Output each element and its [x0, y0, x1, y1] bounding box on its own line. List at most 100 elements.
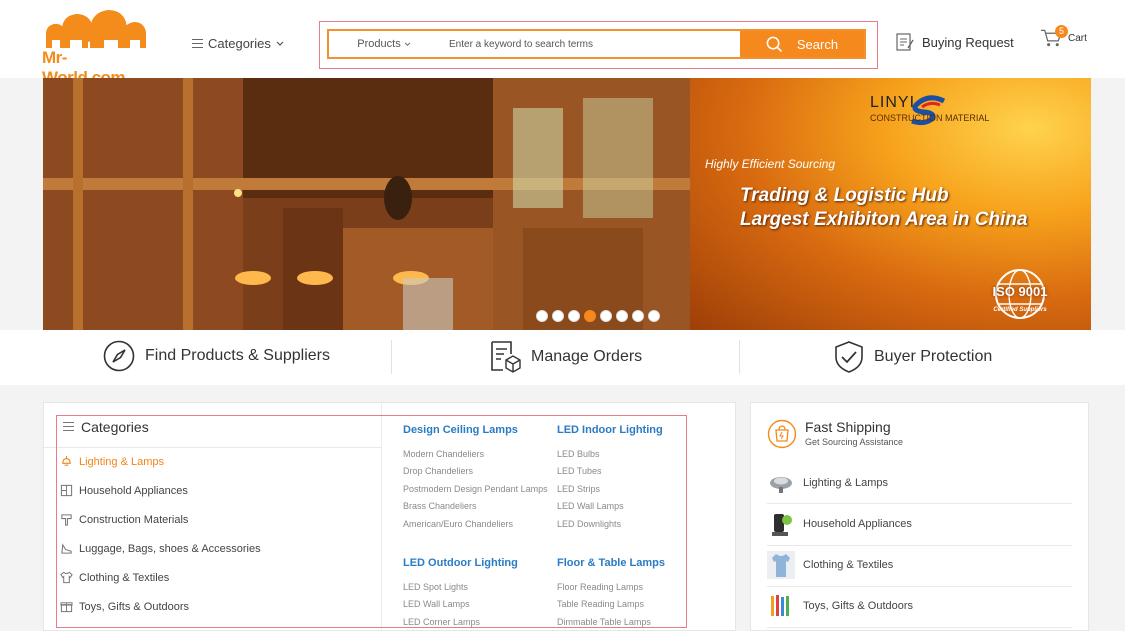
sub-link[interactable]: LED Spot Lights: [403, 582, 468, 592]
search-button-label: Search: [796, 36, 839, 52]
shipping-item-toys[interactable]: Toys, Gifts & Outdoors: [767, 592, 913, 620]
feature-bar: Find Products & Suppliers Manage Orders …: [0, 330, 1125, 385]
carousel-dot[interactable]: [648, 310, 660, 322]
category-item-toys[interactable]: Toys, Gifts & Outdoors: [60, 600, 189, 613]
carousel-dot[interactable]: [584, 310, 596, 322]
category-label: Toys, Gifts & Outdoors: [79, 600, 190, 613]
category-item-household[interactable]: Household Appliances: [60, 484, 188, 497]
buying-request-label: Buying Request: [922, 34, 1014, 50]
sub-link[interactable]: LED Downlights: [557, 519, 621, 529]
search-input[interactable]: [439, 31, 740, 57]
category-item-lighting[interactable]: Lighting & Lamps: [60, 455, 164, 468]
sub-link[interactable]: LED Tubes: [557, 466, 602, 476]
category-item-clothing[interactable]: Clothing & Textiles: [60, 571, 169, 584]
cart-link[interactable]: 5 Cart: [1040, 25, 1087, 48]
sub-link[interactable]: Table Reading Lamps: [557, 599, 644, 609]
chevron-down-icon: [404, 41, 411, 46]
carousel-dot[interactable]: [552, 310, 564, 322]
feature-divider: [739, 340, 740, 374]
site-logo[interactable]: Mr-World.com: [42, 8, 148, 87]
orders-icon: [491, 341, 521, 373]
list-icon: [63, 422, 74, 432]
sub-link[interactable]: LED Wall Lamps: [557, 501, 624, 511]
search-button[interactable]: Search: [740, 31, 864, 57]
carousel-dot[interactable]: [616, 310, 628, 322]
feature-label: Find Products & Suppliers: [145, 347, 330, 364]
carousel-dot[interactable]: [536, 310, 548, 322]
appliance-thumbnail-icon: [772, 514, 792, 536]
feature-divider: [391, 340, 392, 374]
feature-find-products[interactable]: Find Products & Suppliers: [103, 340, 330, 372]
gift-icon: [60, 602, 73, 613]
shipping-item-household[interactable]: Household Appliances: [767, 510, 912, 538]
subgroup-led-outdoor-lighting[interactable]: LED Outdoor Lighting: [403, 557, 518, 569]
cart-count-badge: 5: [1055, 25, 1068, 38]
shipping-bag-icon: [767, 419, 797, 449]
category-list-rule: [44, 447, 382, 448]
categories-label: Categories: [208, 36, 271, 51]
category-label: Clothing & Textiles: [79, 571, 170, 584]
shipping-divider: [767, 627, 1072, 628]
iso-seal-text: ISO 9001: [992, 284, 1048, 299]
sub-link[interactable]: LED Corner Lamps: [403, 617, 480, 627]
banner-headline-line-1: Trading & Logistic Hub: [740, 185, 949, 206]
sub-link[interactable]: Postmodern Design Pendant Lamps: [403, 484, 548, 494]
carousel-dot[interactable]: [632, 310, 644, 322]
buying-request-link[interactable]: Buying Request: [895, 32, 1014, 52]
shipping-item-label: Household Appliances: [803, 518, 912, 530]
shipping-divider: [767, 503, 1072, 504]
tools-icon: [61, 514, 72, 526]
category-item-luggage[interactable]: Luggage, Bags, shoes & Accessories: [60, 542, 261, 555]
subgroup-design-ceiling-lamps[interactable]: Design Ceiling Lamps: [403, 424, 518, 436]
shipping-item-label: Clothing & Textiles: [803, 559, 894, 571]
search-type-label: Products: [357, 38, 401, 50]
shipping-item-label: Toys, Gifts & Outdoors: [803, 600, 914, 612]
categories-divider: [381, 403, 382, 631]
feature-buyer-protection[interactable]: Buyer Protection: [834, 340, 992, 374]
fast-shipping-title: Fast Shipping: [805, 419, 891, 435]
cart-label: Cart: [1068, 33, 1087, 44]
shoe-icon: [61, 543, 72, 554]
shipping-item-lighting[interactable]: Lighting & Lamps: [767, 469, 888, 497]
sub-link[interactable]: LED Wall Lamps: [403, 599, 470, 609]
categories-dropdown[interactable]: Categories: [192, 36, 284, 51]
sub-link[interactable]: Floor Reading Lamps: [557, 582, 643, 592]
feature-label: Manage Orders: [531, 348, 643, 365]
shipping-divider: [767, 545, 1072, 546]
category-item-construction[interactable]: Construction Materials: [60, 513, 188, 526]
shipping-item-clothing[interactable]: Clothing & Textiles: [767, 551, 893, 579]
feature-manage-orders[interactable]: Manage Orders: [489, 340, 642, 374]
sub-link[interactable]: LED Bulbs: [557, 449, 600, 459]
search-type-dropdown[interactable]: Products: [329, 31, 439, 57]
subgroup-led-indoor-lighting[interactable]: LED Indoor Lighting: [557, 424, 663, 436]
document-edit-icon: [896, 33, 914, 51]
fast-shipping-header: Fast Shipping Get Sourcing Assistance: [767, 419, 903, 449]
categories-title: Categories: [81, 419, 149, 435]
sub-link[interactable]: Drop Chandeliers: [403, 466, 473, 476]
wooden-interior-illustration: [43, 78, 690, 330]
search-bar: Products Search: [327, 29, 866, 59]
shipping-divider: [767, 586, 1072, 587]
sub-link[interactable]: American/Euro Chandeliers: [403, 519, 513, 529]
shield-icon: [835, 341, 863, 373]
appliance-icon: [60, 484, 73, 497]
chevron-down-icon: [276, 41, 284, 46]
fast-shipping-subtitle: Get Sourcing Assistance: [805, 437, 904, 447]
banner-brand: LINYI CONSTRUCTION MATERIAL: [870, 94, 989, 123]
banner-headline-line-2: Largest Exhibiton Area in China: [740, 209, 1028, 230]
shirt-icon: [60, 571, 73, 584]
carousel-dot[interactable]: [600, 310, 612, 322]
elephant-logo-icon: [46, 10, 146, 48]
subgroup-floor-table-lamps[interactable]: Floor & Table Lamps: [557, 557, 665, 569]
carousel-dot[interactable]: [568, 310, 580, 322]
iso-certification-seal: ISO 9001 Certified Suppliers: [990, 268, 1050, 322]
search-icon: [766, 36, 783, 52]
sub-link[interactable]: Brass Chandeliers: [403, 501, 477, 511]
category-label: Construction Materials: [79, 513, 189, 526]
sub-link[interactable]: LED Strips: [557, 484, 600, 494]
sub-link[interactable]: Dimmable Table Lamps: [557, 617, 651, 627]
feature-label: Buyer Protection: [874, 348, 993, 365]
clothing-thumbnail-icon: [767, 551, 795, 579]
banner-interior-photo: [43, 78, 690, 330]
sub-link[interactable]: Modern Chandeliers: [403, 449, 484, 459]
